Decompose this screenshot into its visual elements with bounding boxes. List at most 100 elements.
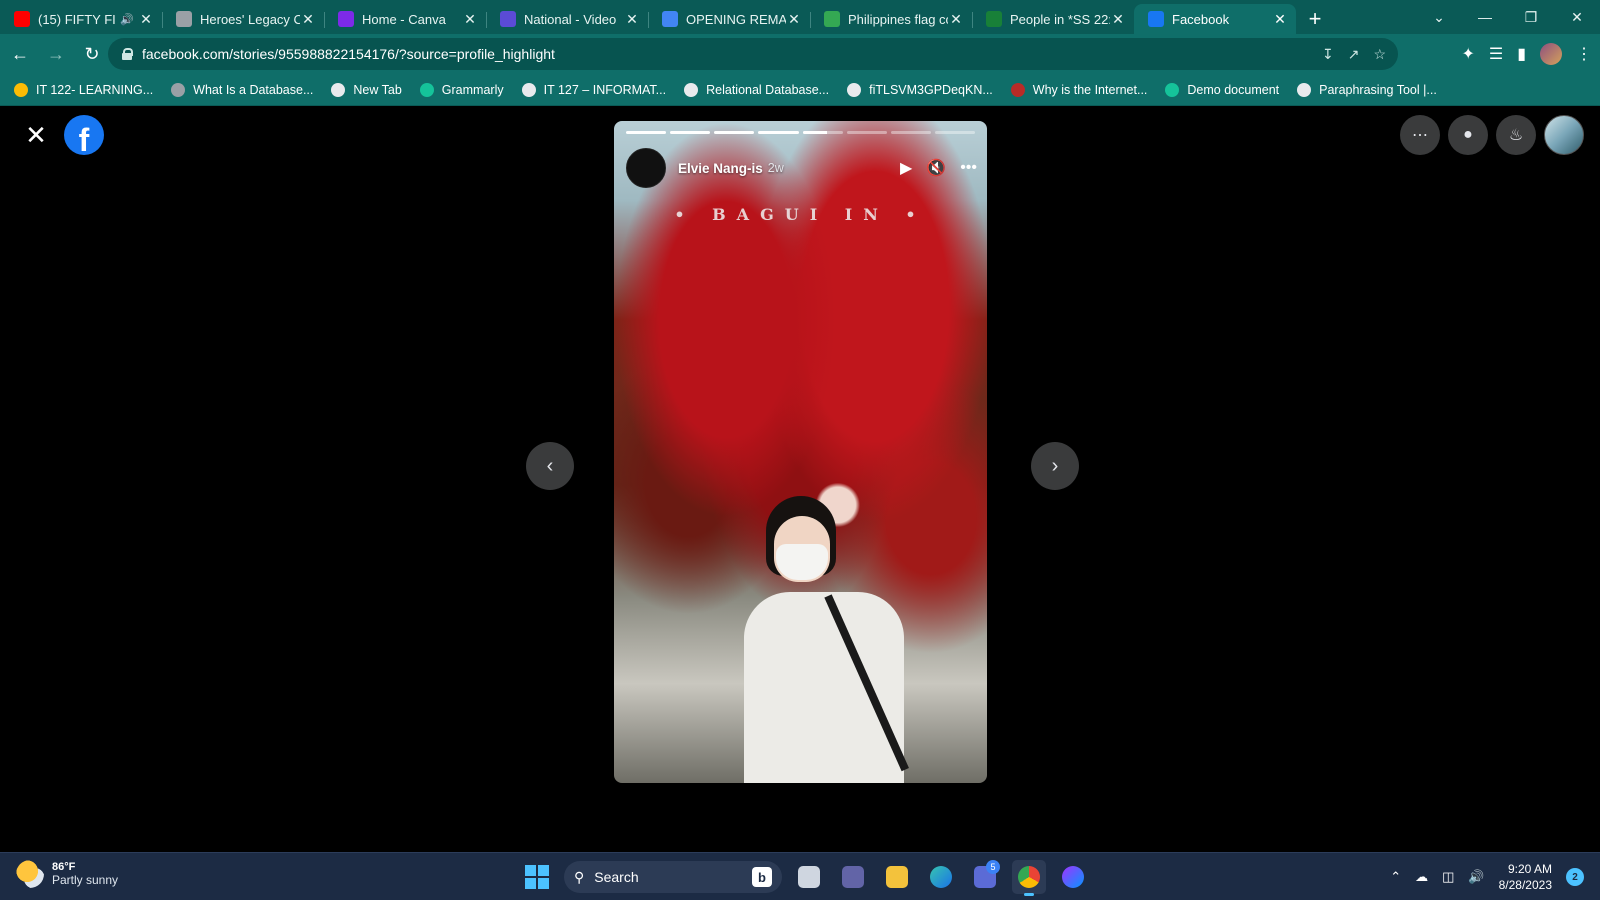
share-icon[interactable]: ↗ xyxy=(1348,46,1360,63)
story-card[interactable]: Elvie Nang-is 2w ▶ 🔇 ••• • BAGUI IN • xyxy=(614,121,987,783)
onedrive-icon[interactable]: ☁ xyxy=(1415,869,1428,885)
address-bar[interactable]: facebook.com/stories/955988822154176/?so… xyxy=(108,38,1398,70)
install-icon[interactable]: ↧ xyxy=(1322,46,1334,63)
bookmark-item[interactable]: What Is a Database... xyxy=(171,82,313,97)
forward-button[interactable]: → xyxy=(40,38,72,70)
bookmark-item[interactable]: fiTLSVM3GPDeqKN... xyxy=(847,82,993,97)
browser-tab[interactable]: Facebook ✕ xyxy=(1134,4,1296,34)
facebook-story-viewer: ✕ f ⋯ ● ♨ ‹ › Elvie Nang-is 2w ▶ 🔇 ••• •… xyxy=(0,107,1600,852)
teams-badge: 5 xyxy=(986,860,1000,874)
tab-close-icon[interactable]: ✕ xyxy=(300,11,316,28)
browser-tab[interactable]: National - Video ✕ xyxy=(486,4,648,34)
clock[interactable]: 9:20 AM 8/28/2023 xyxy=(1499,861,1552,893)
tab-search-icon[interactable]: ⌄ xyxy=(1416,0,1462,34)
show-hidden-icons-icon[interactable]: ⌃ xyxy=(1390,869,1401,885)
close-window-button[interactable]: ✕ xyxy=(1554,0,1600,34)
browser-tab[interactable]: Philippines flag col ✕ xyxy=(810,4,972,34)
tab-close-icon[interactable]: ✕ xyxy=(462,11,478,28)
bing-icon[interactable]: b xyxy=(752,867,772,887)
tab-favicon-icon xyxy=(176,11,192,27)
story-age: 2w xyxy=(767,161,784,175)
tab-label: Philippines flag col xyxy=(848,11,948,27)
bookmark-item[interactable]: IT 122- LEARNING... xyxy=(14,82,153,97)
messenger-icon[interactable]: ● xyxy=(1448,115,1488,155)
start-button[interactable] xyxy=(520,860,554,894)
menu-icon[interactable]: ⋮ xyxy=(1576,44,1592,64)
restore-button[interactable]: ❐ xyxy=(1508,0,1554,34)
volume-icon[interactable]: 🔊 xyxy=(1468,869,1484,885)
partly-sunny-icon xyxy=(16,860,44,888)
new-tab-button[interactable]: + xyxy=(1300,4,1330,34)
notification-count[interactable]: 2 xyxy=(1566,868,1584,886)
tab-favicon-icon xyxy=(500,11,516,27)
tab-label: National - Video xyxy=(524,11,617,27)
next-story-button[interactable]: › xyxy=(1031,442,1079,490)
facebook-logo-icon[interactable]: f xyxy=(64,115,104,155)
tab-label: Facebook xyxy=(1172,11,1230,27)
browser-tab[interactable]: Heroes' Legacy Cel✕ xyxy=(162,4,324,34)
story-progress-segment xyxy=(846,131,887,134)
taskbar: 86°F Partly sunny ⚲ Search b 5 ⌃ ☁ ◫ 🔊 9… xyxy=(0,852,1600,900)
tab-close-icon[interactable]: ✕ xyxy=(138,11,154,28)
mute-icon[interactable]: 🔇 xyxy=(926,158,946,178)
bookmark-item[interactable]: IT 127 – INFORMAT... xyxy=(521,82,666,97)
account-avatar[interactable] xyxy=(1544,115,1584,155)
minimize-button[interactable]: — xyxy=(1462,0,1508,34)
browser-tab[interactable]: Home - Canva ✕ xyxy=(324,4,486,34)
tab-label: People in *SS 22: R xyxy=(1010,11,1110,27)
lock-icon[interactable] xyxy=(122,48,133,60)
tab-close-icon[interactable]: ✕ xyxy=(948,11,964,28)
messenger-app-icon[interactable] xyxy=(1056,860,1090,894)
weather-widget[interactable]: 86°F Partly sunny xyxy=(16,860,118,888)
reload-button[interactable]: ↻ xyxy=(76,38,108,70)
bookmark-item[interactable]: Why is the Internet... xyxy=(1010,82,1147,97)
bookmark-label: New Tab xyxy=(353,82,402,97)
bookmark-item[interactable]: Relational Database... xyxy=(684,82,829,97)
bookmark-star-icon[interactable]: ☆ xyxy=(1373,46,1386,63)
back-button[interactable]: ← xyxy=(4,38,36,70)
grammarly-icon xyxy=(419,82,434,97)
side-panel-icon[interactable]: ▮ xyxy=(1517,44,1526,64)
tab-label: Heroes' Legacy Cel xyxy=(200,11,300,27)
browser-profile-avatar[interactable] xyxy=(1540,43,1562,65)
file-explorer-icon[interactable] xyxy=(880,860,914,894)
bookmark-item[interactable]: Grammarly xyxy=(419,82,504,97)
browser-tab[interactable]: (15) FIFTY FIFTY 🔊 ✕ xyxy=(0,4,162,34)
tab-favicon-icon xyxy=(14,11,30,27)
story-user-avatar[interactable] xyxy=(626,148,666,188)
tab-close-icon[interactable]: ✕ xyxy=(1110,11,1126,28)
network-icon[interactable]: ◫ xyxy=(1442,869,1454,885)
taskbar-search[interactable]: ⚲ Search b xyxy=(564,861,782,893)
url-text: facebook.com/stories/955988822154176/?so… xyxy=(142,46,555,62)
menu-grid-icon[interactable]: ⋯ xyxy=(1400,115,1440,155)
chrome-icon[interactable] xyxy=(1012,860,1046,896)
task-view-icon[interactable] xyxy=(792,860,826,894)
tab-favicon-icon xyxy=(1148,11,1164,27)
clock-time: 9:20 AM xyxy=(1507,862,1552,876)
play-icon[interactable]: ▶ xyxy=(900,158,912,178)
browser-tab[interactable]: People in *SS 22: R✕ xyxy=(972,4,1134,34)
story-user-name[interactable]: Elvie Nang-is xyxy=(678,161,763,176)
tab-close-icon[interactable]: ✕ xyxy=(786,11,802,28)
story-progress-segment xyxy=(758,131,799,134)
bookmarks-bar: IT 122- LEARNING... What Is a Database...… xyxy=(0,74,1600,106)
media-control-icon[interactable]: ☰ xyxy=(1489,44,1503,64)
tab-close-icon[interactable]: ✕ xyxy=(1272,11,1288,28)
bookmark-label: Paraphrasing Tool |... xyxy=(1319,82,1437,97)
tab-close-icon[interactable]: ✕ xyxy=(624,11,640,28)
browser-tab[interactable]: OPENING REMARK✕ xyxy=(648,4,810,34)
notifications-bell-icon[interactable]: ♨ xyxy=(1496,115,1536,155)
teams-icon[interactable]: 5 xyxy=(968,860,1002,894)
more-options-icon[interactable]: ••• xyxy=(960,159,977,177)
tab-audio-icon[interactable]: 🔊 xyxy=(120,13,134,26)
previous-story-button[interactable]: ‹ xyxy=(526,442,574,490)
extensions-icon[interactable]: ✦ xyxy=(1461,44,1474,64)
bookmark-item[interactable]: Paraphrasing Tool |... xyxy=(1297,82,1437,97)
story-header: Elvie Nang-is 2w ▶ 🔇 ••• xyxy=(626,147,977,189)
close-icon[interactable]: ✕ xyxy=(24,122,48,148)
bookmark-item[interactable]: New Tab xyxy=(331,82,402,97)
story-progress-bar xyxy=(626,131,975,134)
edge-icon[interactable] xyxy=(924,860,958,894)
teams-meet-icon[interactable] xyxy=(836,860,870,894)
bookmark-item[interactable]: Demo document xyxy=(1165,82,1279,97)
